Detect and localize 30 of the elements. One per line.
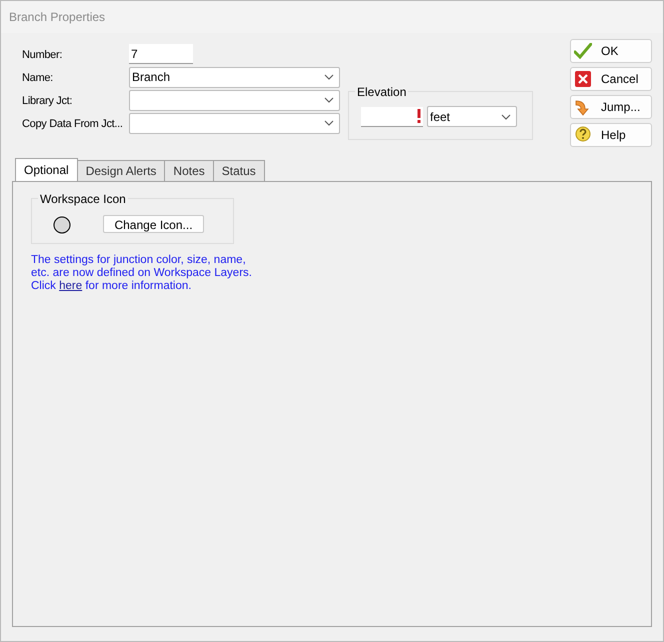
chevron-down-icon	[324, 97, 334, 103]
elevation-field[interactable]	[361, 106, 423, 126]
field-label: Library Jct:	[22, 94, 72, 107]
tab[interactable]: Notes	[165, 160, 214, 181]
chevron-down-icon	[324, 120, 334, 126]
here-link[interactable]: here	[59, 280, 82, 292]
field-label: Number:	[22, 48, 62, 61]
change-icon-button[interactable]: Change Icon...	[103, 215, 204, 233]
close-icon	[575, 71, 591, 87]
help-icon	[574, 126, 592, 144]
help-button[interactable]: Help	[570, 123, 652, 147]
dropdown-field[interactable]: Branch	[129, 66, 340, 88]
circle-icon	[53, 216, 71, 234]
text-field[interactable]: 7	[129, 44, 193, 64]
field-label: Copy Data From Jct...	[22, 118, 123, 130]
tab[interactable]: Status	[214, 160, 265, 181]
dropdown-field[interactable]	[129, 90, 340, 110]
dropdown-field[interactable]	[129, 112, 340, 134]
ok-button[interactable]: OK	[570, 39, 652, 63]
chevron-down-icon	[501, 114, 511, 120]
unit-dropdown[interactable]: feet	[427, 106, 517, 127]
info-text: The settings for junction color, size, name, etc. are now defined on Workspace Layers. Click here for more information.	[31, 254, 253, 293]
checkmark-icon	[574, 43, 592, 59]
jump-button[interactable]: Jump...	[570, 95, 652, 119]
field-label: Name:	[22, 72, 53, 84]
tab[interactable]: Design Alerts	[78, 160, 166, 181]
chevron-down-icon	[324, 74, 334, 80]
tab[interactable]: Optional	[15, 158, 78, 181]
window-title: Branch Properties	[9, 9, 106, 26]
cancel-button[interactable]: Cancel	[570, 67, 652, 91]
